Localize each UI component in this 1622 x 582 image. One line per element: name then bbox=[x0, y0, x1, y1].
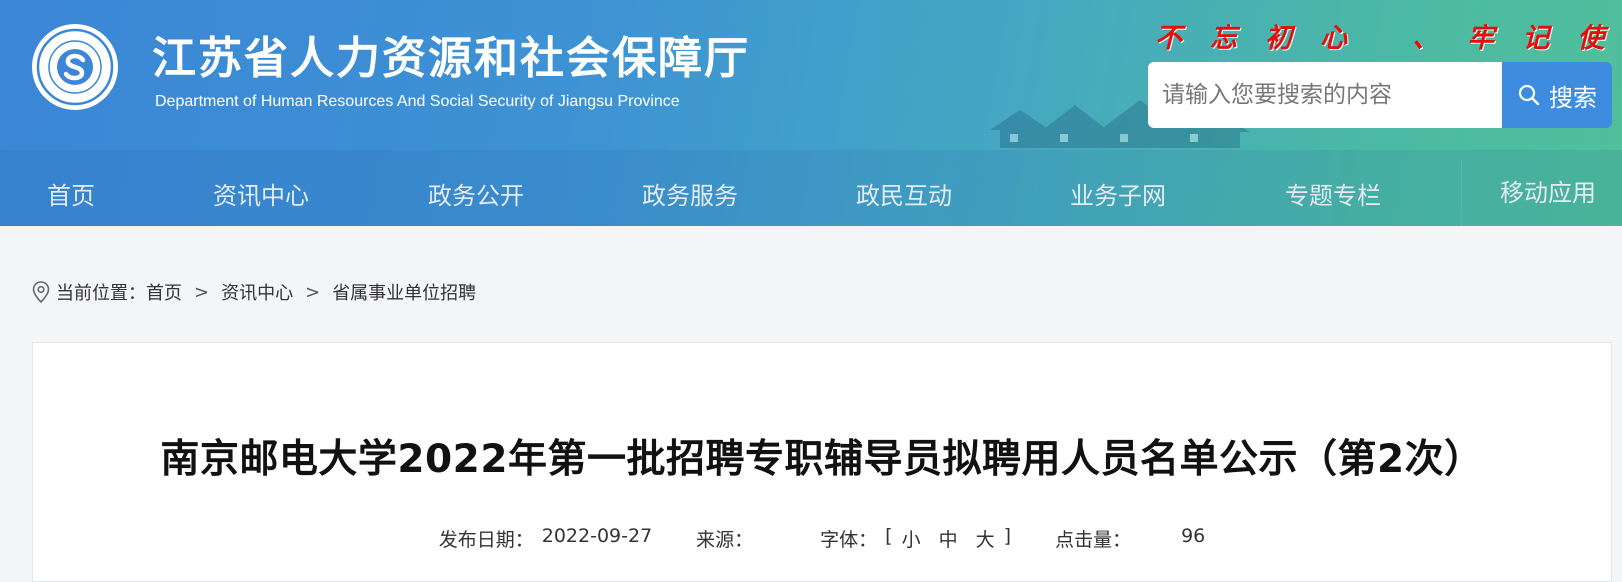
source: 来源： bbox=[696, 525, 776, 552]
search-button-label: 搜索 bbox=[1549, 83, 1597, 112]
view-count: 点击量： 96 bbox=[1055, 525, 1205, 552]
article-title: 南京邮电大学2022年第一批招聘专职辅导员拟聘用人员名单公示（第2次） bbox=[160, 437, 1484, 482]
font-size-bracket-open: [ bbox=[885, 525, 893, 547]
breadcrumb-link-news[interactable]: 资讯中心 bbox=[221, 279, 293, 305]
main-nav: 首页 资讯中心 政务公开 政务服务 政民互动 业务子网 专题专栏 移动应用 bbox=[0, 160, 1622, 226]
font-size-control: 字体： [ 小 中 大 ] bbox=[820, 525, 1011, 552]
search-icon bbox=[1518, 84, 1540, 106]
breadcrumb-separator: > bbox=[305, 281, 321, 303]
nav-item-home[interactable]: 首页 bbox=[47, 176, 95, 211]
social-security-logo-icon[interactable] bbox=[32, 24, 118, 110]
breadcrumb: 当前位置： 首页 > 资讯中心 > 省属事业单位招聘 bbox=[32, 280, 476, 304]
article-card: 南京邮电大学2022年第一批招聘专职辅导员拟聘用人员名单公示（第2次） 发布日期… bbox=[32, 342, 1612, 582]
article-meta: 发布日期： 2022-09-27 来源： 字体： [ 小 中 大 ] 点击量： … bbox=[33, 525, 1611, 552]
font-size-large-button[interactable]: 大 bbox=[976, 525, 995, 552]
nav-item-gov-service[interactable]: 政务服务 bbox=[642, 176, 738, 211]
nav-item-interaction[interactable]: 政民互动 bbox=[856, 176, 952, 211]
font-size-small-button[interactable]: 小 bbox=[902, 525, 921, 552]
search-button[interactable]: 搜索 bbox=[1502, 62, 1612, 128]
nav-item-news[interactable]: 资讯中心 bbox=[213, 176, 309, 211]
nav-item-special-topics[interactable]: 专题专栏 bbox=[1285, 176, 1381, 211]
nav-item-gov-public[interactable]: 政务公开 bbox=[428, 176, 524, 211]
search-input[interactable] bbox=[1148, 62, 1502, 128]
slogan: 不忘初心 、牢记使命 bbox=[1155, 23, 1622, 54]
font-size-bracket-close: ] bbox=[1003, 525, 1012, 547]
location-pin-icon bbox=[32, 281, 50, 303]
site-header: 江苏省人力资源和社会保障厅 Department of Human Resour… bbox=[0, 0, 1622, 226]
publish-date: 发布日期： 2022-09-27 bbox=[439, 525, 652, 552]
view-count-label: 点击量： bbox=[1055, 529, 1132, 551]
breadcrumb-separator: > bbox=[194, 281, 210, 303]
breadcrumb-prefix: 当前位置： bbox=[56, 283, 146, 304]
publish-date-value: 2022-09-27 bbox=[541, 525, 653, 547]
font-size-medium-button[interactable]: 中 bbox=[939, 525, 958, 552]
site-subtitle: Department of Human Resources And Social… bbox=[155, 93, 680, 110]
source-label: 来源： bbox=[696, 529, 754, 551]
font-size-label: 字体： bbox=[820, 529, 878, 551]
nav-item-business-subnet[interactable]: 业务子网 bbox=[1070, 176, 1166, 211]
breadcrumb-link-recruitment[interactable]: 省属事业单位招聘 bbox=[332, 279, 476, 305]
site-title: 江苏省人力资源和社会保障厅 bbox=[152, 33, 750, 84]
view-count-value: 96 bbox=[1181, 525, 1206, 547]
breadcrumb-link-home[interactable]: 首页 bbox=[146, 279, 182, 305]
publish-date-label: 发布日期： bbox=[438, 529, 534, 551]
nav-item-mobile-apps[interactable]: 移动应用 bbox=[1461, 160, 1596, 226]
